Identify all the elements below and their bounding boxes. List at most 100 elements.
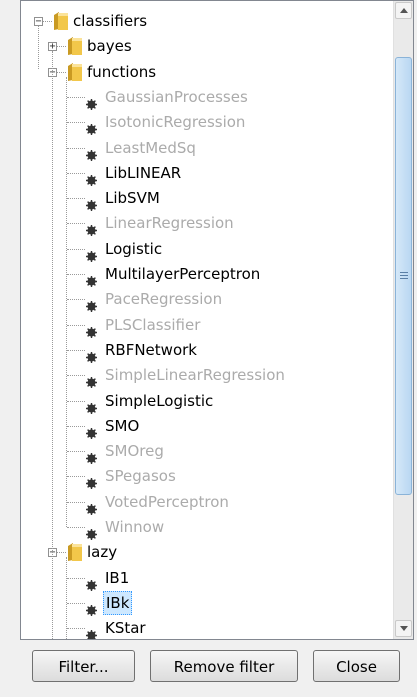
classifier-gear-icon <box>86 623 97 639</box>
tree-item-label: bayes <box>87 37 132 56</box>
tree-leaf[interactable]: RBFNetwork <box>21 337 391 363</box>
tree-connector <box>43 21 52 22</box>
tree-connector <box>67 400 85 402</box>
tree-leaf[interactable]: IB1 <box>21 565 391 591</box>
classifier-gear-icon <box>86 294 97 313</box>
scroll-thumb[interactable] <box>395 57 412 495</box>
tree-leaf[interactable]: SPegasos <box>21 463 391 490</box>
tree-leaf[interactable]: SimpleLogistic <box>21 388 391 414</box>
tree-item-label: LibLINEAR <box>105 163 182 182</box>
tree-item-label: Logistic <box>105 239 163 258</box>
tree-connector <box>67 172 85 174</box>
tree-leaf[interactable]: Logistic <box>21 236 391 262</box>
tree-connector <box>67 299 85 301</box>
classifier-gear-icon <box>86 143 97 161</box>
tree-connector <box>67 96 85 98</box>
tree-connector <box>57 552 66 554</box>
tree-connector <box>67 122 85 124</box>
tree-connector <box>67 324 85 326</box>
classifier-tree[interactable]: − classifiers + bayes − functions GaussianProc… <box>21 1 393 639</box>
tree-connector <box>66 76 67 527</box>
vertical-scrollbar[interactable] <box>393 1 413 639</box>
tree-connector <box>67 198 85 200</box>
tree-item-label: LeastMedSq <box>105 138 196 157</box>
tree-item-label: SimpleLinearRegression <box>105 366 285 385</box>
tree-connector <box>67 274 85 275</box>
tree-item-label: SMO <box>105 416 140 435</box>
tree-item-label: LibSVM <box>105 189 160 208</box>
tree-folder-lazy[interactable]: − lazy <box>21 539 391 565</box>
tree-connector <box>66 557 67 639</box>
close-button[interactable]: Close <box>313 650 400 682</box>
tree-item-label: LinearRegression <box>105 214 234 233</box>
tree-item-label: SimpleLogistic <box>105 391 214 410</box>
scroll-down-button[interactable] <box>395 620 412 637</box>
classifier-gear-icon <box>86 92 97 110</box>
tree-item-label: KStar <box>105 619 146 638</box>
tree-leaf[interactable]: MultilayerPerceptron <box>21 261 391 287</box>
chevron-up-icon <box>400 8 408 13</box>
tree-leaf[interactable]: LinearRegression <box>21 210 391 237</box>
tree-connector <box>67 147 85 149</box>
tree-item-label: SMOreg <box>105 442 164 461</box>
remove-filter-button[interactable]: Remove filter <box>150 650 298 682</box>
classifier-gear-icon <box>86 244 97 262</box>
tree-item-label: RBFNetwork <box>105 340 197 359</box>
tree-folder-classifiers[interactable]: − classifiers <box>21 8 391 34</box>
tree-item-label: functions <box>87 62 157 81</box>
tree-item-label: Winnow <box>105 518 165 536</box>
folder-icon <box>67 36 83 56</box>
classifier-gear-icon <box>86 598 97 616</box>
folder-icon <box>67 62 83 82</box>
tree-item-label: IBk <box>103 590 133 615</box>
tree-item-label: GaussianProcesses <box>105 87 248 106</box>
folder-icon <box>67 542 83 562</box>
expand-icon[interactable]: + <box>48 42 57 52</box>
tree-leaf[interactable]: IsotonicRegression <box>21 109 391 136</box>
collapse-icon[interactable]: − <box>34 17 43 27</box>
tree-connector <box>67 501 85 503</box>
tree-folder-functions[interactable]: − functions <box>21 59 391 85</box>
classifier-gear-icon <box>86 573 97 591</box>
tree-connector <box>67 425 85 427</box>
tree-leaf[interactable]: GaussianProcesses <box>21 84 391 110</box>
tree-connector <box>67 628 85 630</box>
filter-button[interactable]: Filter... <box>32 650 135 682</box>
tree-leaf[interactable]: LeastMedSq <box>21 135 391 161</box>
tree-connector <box>67 527 85 528</box>
chevron-down-icon <box>400 626 408 631</box>
tree-item-label: IB1 <box>105 568 130 587</box>
tree-leaf[interactable]: IBk <box>21 590 391 616</box>
tree-leaf[interactable]: SimpleLinearRegression <box>21 362 391 389</box>
tree-item-label: MultilayerPerceptron <box>105 265 261 283</box>
classifier-gear-icon <box>86 320 97 338</box>
tree-leaf[interactable]: LibLINEAR <box>21 160 391 186</box>
classifier-gear-icon <box>86 269 97 287</box>
classifier-gear-icon <box>86 522 97 540</box>
tree-connector <box>38 26 39 69</box>
classifier-gear-icon <box>86 471 97 490</box>
tree-leaf[interactable]: VotedPerceptron <box>21 489 391 515</box>
tree-leaf[interactable]: LibSVM <box>21 185 391 212</box>
tree-leaf[interactable]: SMOreg <box>21 438 391 465</box>
tree-connector <box>67 602 85 604</box>
tree-leaf[interactable]: SMO <box>21 413 391 439</box>
classifier-gear-icon <box>86 218 97 237</box>
tree-leaf[interactable]: PaceRegression <box>21 286 391 313</box>
tree-connector <box>52 51 53 639</box>
tree-connector <box>67 223 85 225</box>
tree-connector <box>67 451 85 453</box>
tree-leaf[interactable]: PLSClassifier <box>21 312 391 338</box>
tree-leaf[interactable]: Winnow <box>21 514 391 540</box>
classifier-gear-icon <box>86 421 97 439</box>
tree-item-label: IsotonicRegression <box>105 113 246 132</box>
tree-item-label: PaceRegression <box>105 290 223 309</box>
tree-folder-bayes[interactable]: + bayes <box>21 33 391 59</box>
tree-leaf[interactable]: KStar <box>21 615 391 639</box>
classifier-gear-icon <box>86 193 97 212</box>
scroll-up-button[interactable] <box>395 2 412 19</box>
classifier-gear-icon <box>86 497 97 515</box>
classifier-gear-icon <box>86 446 97 465</box>
classifier-gear-icon <box>86 345 97 363</box>
tree-connector <box>67 577 85 579</box>
